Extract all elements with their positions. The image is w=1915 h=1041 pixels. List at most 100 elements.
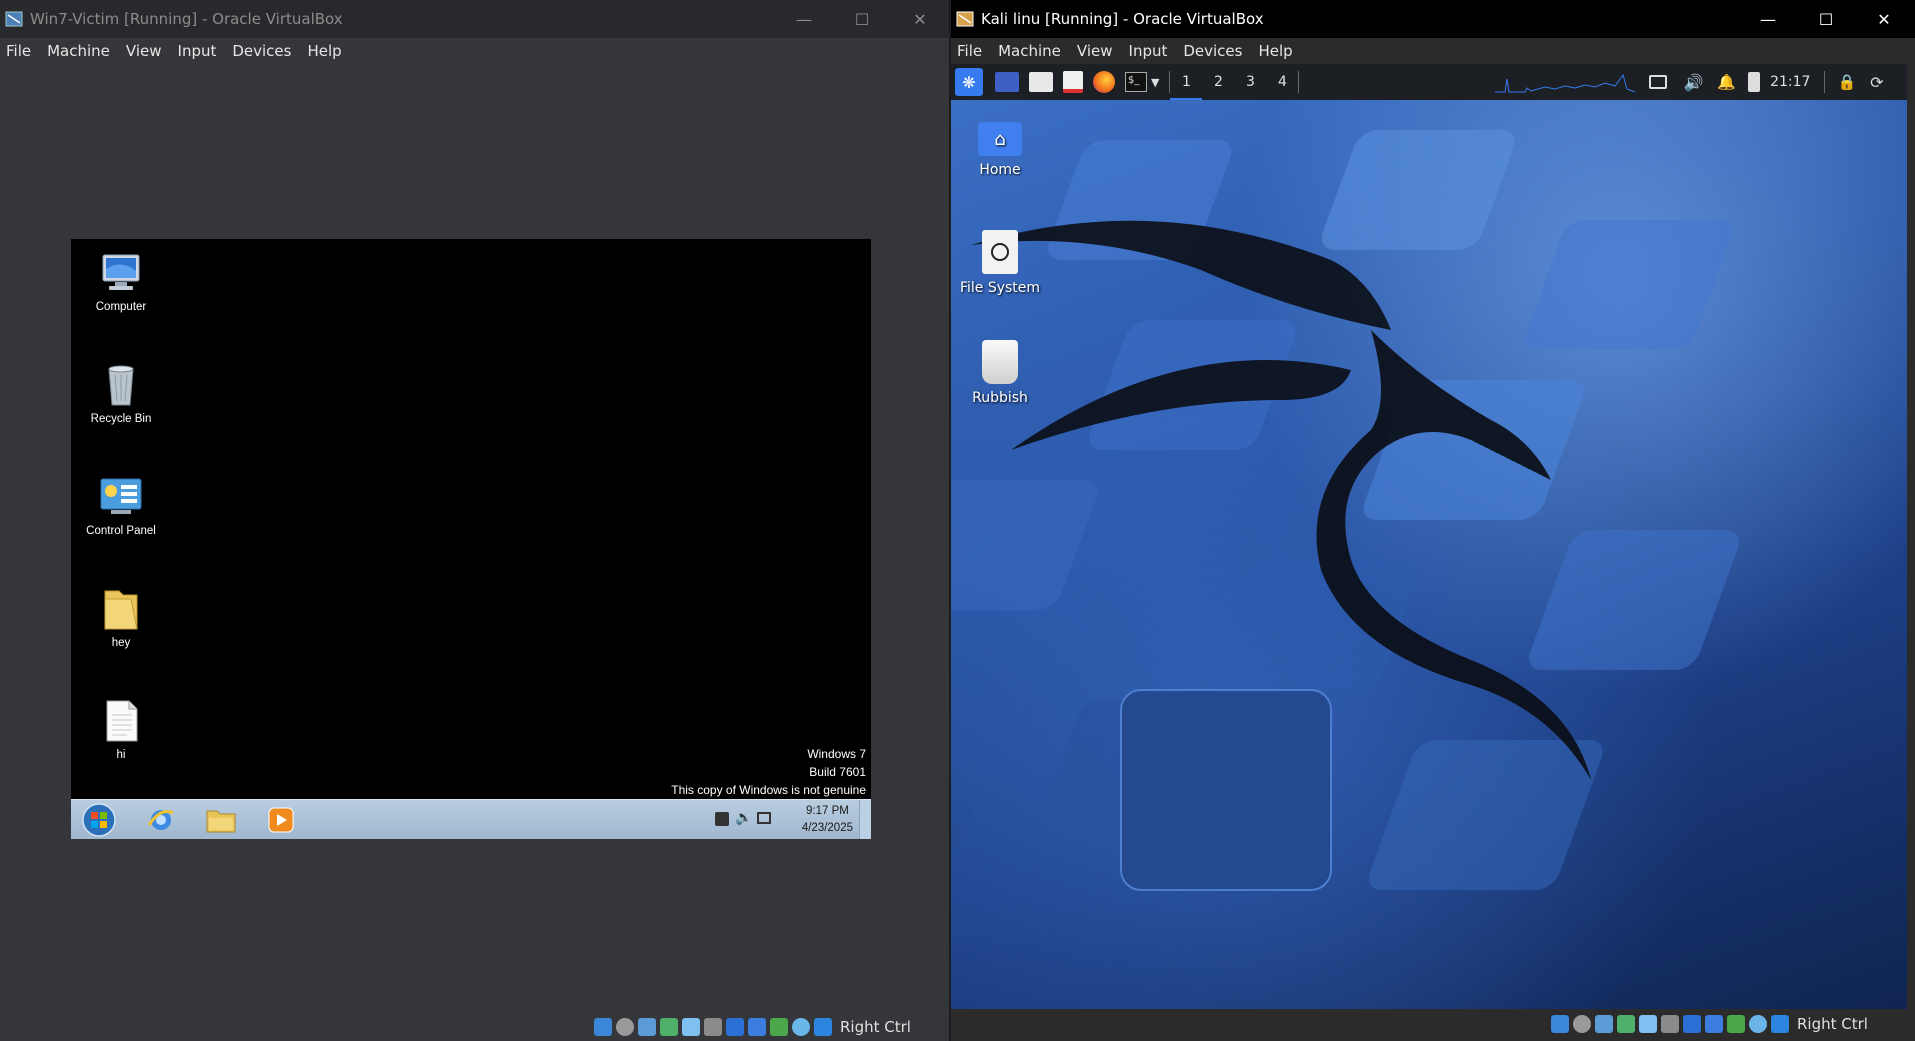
minimize-button[interactable]: — (775, 0, 833, 38)
battery-power-icon[interactable] (1748, 72, 1761, 92)
workspace-1[interactable]: 1 (1170, 64, 1203, 100)
firefox-icon[interactable] (1093, 71, 1115, 93)
desktop-icon-control-panel[interactable]: Control Panel (73, 473, 169, 537)
menu-machine[interactable]: Machine (990, 42, 1069, 60)
windows-orb-icon (82, 803, 116, 837)
network-adapter-icon[interactable] (660, 1018, 678, 1036)
menu-machine[interactable]: Machine (39, 42, 118, 60)
trash-icon (982, 340, 1018, 384)
panel-clock[interactable]: 21:17 (1770, 74, 1810, 90)
menu-view[interactable]: View (1069, 42, 1121, 60)
internet-explorer-icon (147, 810, 174, 830)
terminal-icon[interactable]: $_ (1125, 72, 1147, 92)
audio-icon[interactable] (1595, 1015, 1613, 1033)
menu-input[interactable]: Input (170, 42, 225, 60)
mouse-integration-icon[interactable] (1749, 1015, 1767, 1033)
text-editor-icon[interactable] (1063, 71, 1083, 93)
shared-folders-icon[interactable] (1661, 1015, 1679, 1033)
chevron-down-icon[interactable]: ▼ (1151, 76, 1159, 89)
clock-time: 9:17 PM (806, 805, 849, 817)
usb-icon[interactable] (682, 1018, 700, 1036)
menu-help[interactable]: Help (299, 42, 349, 60)
action-center-icon[interactable] (715, 812, 729, 826)
kali-top-panel: ❋ $_ ▼ 1 2 3 4 🔊 🔔 21:17 🔒 ⟳ (951, 64, 1907, 100)
desktop-icon-label: Computer (95, 301, 147, 313)
taskbar-clock[interactable]: 9:17 PM 4/23/2025 (802, 803, 853, 837)
mouse-integration-icon[interactable] (792, 1018, 810, 1036)
vbox-status-bar: Right Ctrl (594, 1013, 911, 1041)
menu-file[interactable]: File (0, 42, 39, 60)
show-desktop-icon[interactable] (995, 72, 1019, 92)
cpu-graph (1495, 71, 1636, 93)
recording-icon[interactable] (748, 1018, 766, 1036)
keyboard-capture-icon[interactable] (1771, 1015, 1789, 1033)
hard-disk-icon[interactable] (1551, 1015, 1569, 1033)
desktop-icon-computer[interactable]: Computer (73, 249, 169, 313)
title-bar[interactable]: Kali linu [Running] - Oracle VirtualBox … (951, 0, 1915, 38)
cpu-icon[interactable] (1727, 1015, 1745, 1033)
logout-icon[interactable]: ⟳ (1870, 73, 1883, 92)
maximize-button[interactable]: ☐ (833, 0, 891, 38)
optical-drive-icon[interactable] (1573, 1015, 1591, 1033)
volume-icon[interactable]: 🔈 (735, 810, 752, 826)
wallpaper (951, 130, 1740, 950)
menu-devices[interactable]: Devices (224, 42, 299, 60)
desktop-icon-hey[interactable]: hey (73, 585, 169, 649)
keyboard-capture-icon[interactable] (814, 1018, 832, 1036)
shared-folders-icon[interactable] (704, 1018, 722, 1036)
menu-devices[interactable]: Devices (1175, 42, 1250, 60)
home-folder-icon: ⌂ (978, 122, 1022, 156)
workspace-4[interactable]: 4 (1266, 64, 1298, 100)
display-icon[interactable] (726, 1018, 744, 1036)
desktop-icon-label: Recycle Bin (90, 413, 152, 425)
start-button[interactable] (73, 802, 125, 838)
workspace-3[interactable]: 3 (1234, 64, 1266, 100)
desktop-icon-label: hey (111, 637, 131, 649)
desktop-icon-recycle-bin[interactable]: Recycle Bin (73, 361, 169, 425)
maximize-button[interactable]: ☐ (1797, 0, 1855, 38)
panel-separator (1298, 71, 1300, 93)
file-manager-icon[interactable] (1029, 72, 1053, 92)
usb-icon[interactable] (1639, 1015, 1657, 1033)
text-file-icon (97, 697, 145, 745)
desktop-icon-label: hi (116, 749, 126, 761)
notification-bell-icon[interactable]: 🔔 (1717, 73, 1736, 91)
menu-file[interactable]: File (951, 42, 990, 60)
menu-help[interactable]: Help (1250, 42, 1300, 60)
kali-desktop[interactable]: ⌂ Home File System Rubbish (951, 100, 1907, 1009)
display-icon[interactable] (1683, 1015, 1701, 1033)
optical-drive-icon[interactable] (616, 1018, 634, 1036)
desktop-icon-hi[interactable]: hi (73, 697, 169, 761)
volume-icon[interactable]: 🔊 (1683, 73, 1703, 92)
watermark-notice: This copy of Windows is not genuine (671, 783, 866, 797)
control-panel-icon (97, 473, 145, 521)
audio-icon[interactable] (638, 1018, 656, 1036)
desktop-icon-file-system[interactable]: File System (951, 230, 1055, 296)
win7-guest-display[interactable]: Computer Recycle Bin Control Panel hey h… (71, 239, 871, 839)
close-button[interactable]: ✕ (891, 0, 949, 38)
close-button[interactable]: ✕ (1855, 0, 1913, 38)
kali-menu-icon[interactable]: ❋ (955, 68, 983, 96)
taskbar-media-player[interactable] (255, 802, 307, 838)
kali-guest-display[interactable]: ❋ $_ ▼ 1 2 3 4 🔊 🔔 21:17 🔒 ⟳ ⌂ Home File… (951, 64, 1907, 1009)
taskbar-explorer[interactable] (195, 802, 247, 838)
minimize-button[interactable]: — (1739, 0, 1797, 38)
title-bar[interactable]: Win7-Victim [Running] - Oracle VirtualBo… (0, 0, 949, 38)
folder-icon (206, 810, 236, 833)
desktop-icon-rubbish[interactable]: Rubbish (951, 340, 1055, 406)
menu-input[interactable]: Input (1121, 42, 1176, 60)
recording-icon[interactable] (1705, 1015, 1723, 1033)
taskbar-internet-explorer[interactable] (135, 802, 187, 838)
menu-view[interactable]: View (118, 42, 170, 60)
network-adapter-icon[interactable] (1617, 1015, 1635, 1033)
display-settings-icon[interactable] (1649, 75, 1668, 89)
hard-disk-icon[interactable] (594, 1018, 612, 1036)
drive-icon (982, 230, 1018, 274)
cpu-icon[interactable] (770, 1018, 788, 1036)
workspace-2[interactable]: 2 (1202, 64, 1234, 100)
menu-bar: File Machine View Input Devices Help (951, 38, 1915, 64)
desktop-icon-home[interactable]: ⌂ Home (951, 122, 1055, 178)
lock-icon[interactable]: 🔒 (1837, 73, 1856, 91)
network-icon[interactable] (757, 812, 771, 824)
show-desktop-button[interactable] (859, 800, 871, 839)
